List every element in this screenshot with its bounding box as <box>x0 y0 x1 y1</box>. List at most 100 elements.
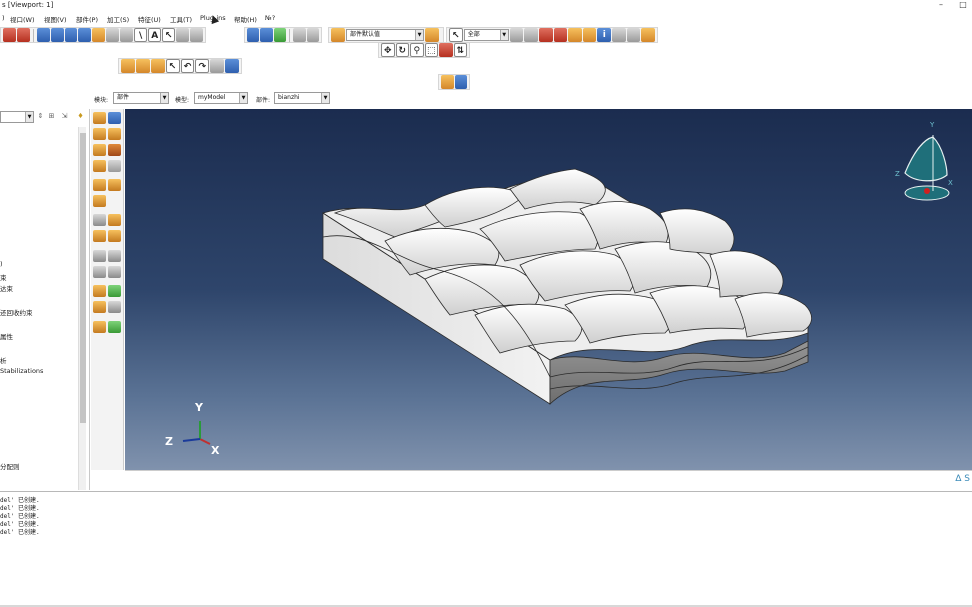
chevron-down-icon[interactable]: ▼ <box>499 30 508 40</box>
partition-edge-icon[interactable] <box>93 214 106 226</box>
select-arrow-icon[interactable]: ↖ <box>162 28 176 42</box>
view-compass[interactable]: Y X Z <box>895 121 953 201</box>
select-circle-icon[interactable] <box>553 28 568 42</box>
menu-item-feature[interactable]: 特征(U) <box>138 14 161 24</box>
minimize-button[interactable]: – <box>934 0 948 11</box>
selection-filter-select[interactable]: 全部 ▼ <box>463 29 509 41</box>
tree-expand-icon[interactable]: ⊞ <box>47 112 56 121</box>
replace-icon[interactable] <box>568 28 582 42</box>
display-add-icon[interactable] <box>150 59 165 73</box>
redo-icon[interactable]: ↷ <box>195 59 210 73</box>
hidden-line-icon[interactable] <box>260 28 273 42</box>
display-options-icon[interactable] <box>210 59 225 73</box>
maximize-button[interactable]: □ <box>956 0 970 11</box>
table-icon[interactable] <box>176 28 190 42</box>
partition-face-icon[interactable] <box>108 214 121 226</box>
tree-scrollbar-thumb[interactable] <box>80 133 86 423</box>
tree-filter-icon[interactable]: ⇲ <box>60 112 69 121</box>
tree-item[interactable]: ) <box>0 260 3 268</box>
parallel-icon[interactable] <box>306 28 319 42</box>
menu-item-file[interactable]: ) <box>2 14 5 22</box>
info-icon[interactable]: i <box>597 28 612 42</box>
wire-icon[interactable] <box>108 144 121 156</box>
zoom-box-icon[interactable]: ⬚ <box>424 43 439 57</box>
line-tool-icon[interactable]: \ <box>134 28 148 42</box>
menu-item-view[interactable]: 视图(V) <box>44 14 67 24</box>
datum-plane-icon[interactable] <box>108 250 121 262</box>
list-icon[interactable] <box>190 28 204 42</box>
datum-point-icon[interactable] <box>108 230 121 242</box>
tree-scrollbar[interactable] <box>78 127 86 490</box>
display-manager-icon[interactable] <box>225 59 240 73</box>
menu-item-shape[interactable]: 加工(S) <box>107 14 129 24</box>
menu-item-tools[interactable]: 工具(T) <box>170 14 192 24</box>
tree-help-icon[interactable]: ♦ <box>76 112 85 121</box>
print-icon[interactable] <box>16 28 30 42</box>
cut-revolve-icon[interactable] <box>108 160 121 172</box>
mirror-icon[interactable] <box>93 195 106 207</box>
create-part-icon[interactable] <box>93 112 106 124</box>
menu-item-help[interactable]: 帮助(H) <box>234 14 257 24</box>
tree-item[interactable]: 析 <box>0 355 7 365</box>
model-select[interactable]: myModel ▼ <box>194 92 248 104</box>
tree-item[interactable]: 达束 <box>0 283 13 293</box>
tree-select[interactable]: ▼ <box>0 111 34 123</box>
translate-icon[interactable] <box>441 75 454 89</box>
chevron-down-icon[interactable]: ▼ <box>160 93 168 103</box>
select-pointer-icon[interactable]: ↖ <box>449 28 463 42</box>
shaded-icon[interactable] <box>273 28 287 42</box>
reference-point-icon[interactable] <box>108 266 121 278</box>
shell-icon[interactable] <box>93 144 106 156</box>
chevron-down-icon[interactable]: ▼ <box>239 93 247 103</box>
part-select[interactable]: bianzhi ▼ <box>274 92 330 104</box>
tile-vertical-icon[interactable] <box>64 28 78 42</box>
repair-icon[interactable] <box>93 285 106 297</box>
select-all-icon[interactable] <box>524 28 538 42</box>
datum-axis-icon[interactable] <box>93 250 106 262</box>
text-tool-icon[interactable]: A <box>148 28 162 42</box>
chamfer-icon[interactable] <box>108 179 121 191</box>
undo-icon[interactable]: ↶ <box>180 59 195 73</box>
tile-horizontal-icon[interactable] <box>50 28 64 42</box>
chevron-down-icon[interactable]: ▼ <box>25 112 33 122</box>
solid-extrude-icon[interactable] <box>93 128 106 140</box>
display-remove-icon[interactable]: ↖ <box>165 59 180 73</box>
attach-icon[interactable] <box>108 321 121 333</box>
menu-item-part[interactable]: 部件(P) <box>76 14 98 24</box>
cycle-views-icon[interactable]: ⇅ <box>453 43 468 57</box>
tree-item[interactable]: Stabilizations <box>0 367 43 375</box>
select-rect-icon[interactable] <box>538 28 553 42</box>
rotate-icon[interactable]: ↻ <box>395 43 410 57</box>
query-icon[interactable] <box>582 28 597 42</box>
select-box-icon[interactable] <box>509 28 524 42</box>
partition-cell-icon[interactable] <box>93 230 106 242</box>
datum-csys-icon[interactable] <box>93 266 106 278</box>
zoom-box-icon[interactable] <box>106 28 120 42</box>
graphics-viewport[interactable]: Y X Z Y X Z <box>125 109 972 470</box>
virtual-topology-icon[interactable] <box>108 285 121 297</box>
cascade-icon[interactable] <box>78 28 92 42</box>
magnifier-icon[interactable] <box>120 28 134 42</box>
color-code-icon[interactable] <box>425 28 439 42</box>
wireframe-icon[interactable] <box>247 28 260 42</box>
tree-sort-icon[interactable]: ⇕ <box>36 112 45 121</box>
viewport-layout-icon[interactable] <box>36 28 50 42</box>
part-manager-icon[interactable] <box>108 112 121 124</box>
round-fillet-icon[interactable] <box>93 179 106 191</box>
auto-fit-icon[interactable] <box>439 43 453 57</box>
convert-icon[interactable] <box>93 321 106 333</box>
set-manager-icon[interactable] <box>108 301 121 313</box>
menu-item-context-help[interactable]: №? <box>265 14 275 22</box>
display-group-icon[interactable] <box>121 59 135 73</box>
query-geometry-icon[interactable] <box>93 301 106 313</box>
module-select[interactable]: 部件 ▼ <box>113 92 169 104</box>
csys-icon[interactable] <box>612 28 626 42</box>
cube-icon[interactable] <box>641 28 656 42</box>
chevron-down-icon[interactable]: ▼ <box>415 30 423 40</box>
zoom-icon[interactable]: ⚲ <box>410 43 424 57</box>
tree-item[interactable]: 分配则 <box>0 461 20 471</box>
instance-icon[interactable] <box>454 75 467 89</box>
image-icon[interactable] <box>92 28 106 42</box>
tree-item[interactable]: 还回收约束 <box>0 307 33 317</box>
datum-icon[interactable] <box>626 28 641 42</box>
